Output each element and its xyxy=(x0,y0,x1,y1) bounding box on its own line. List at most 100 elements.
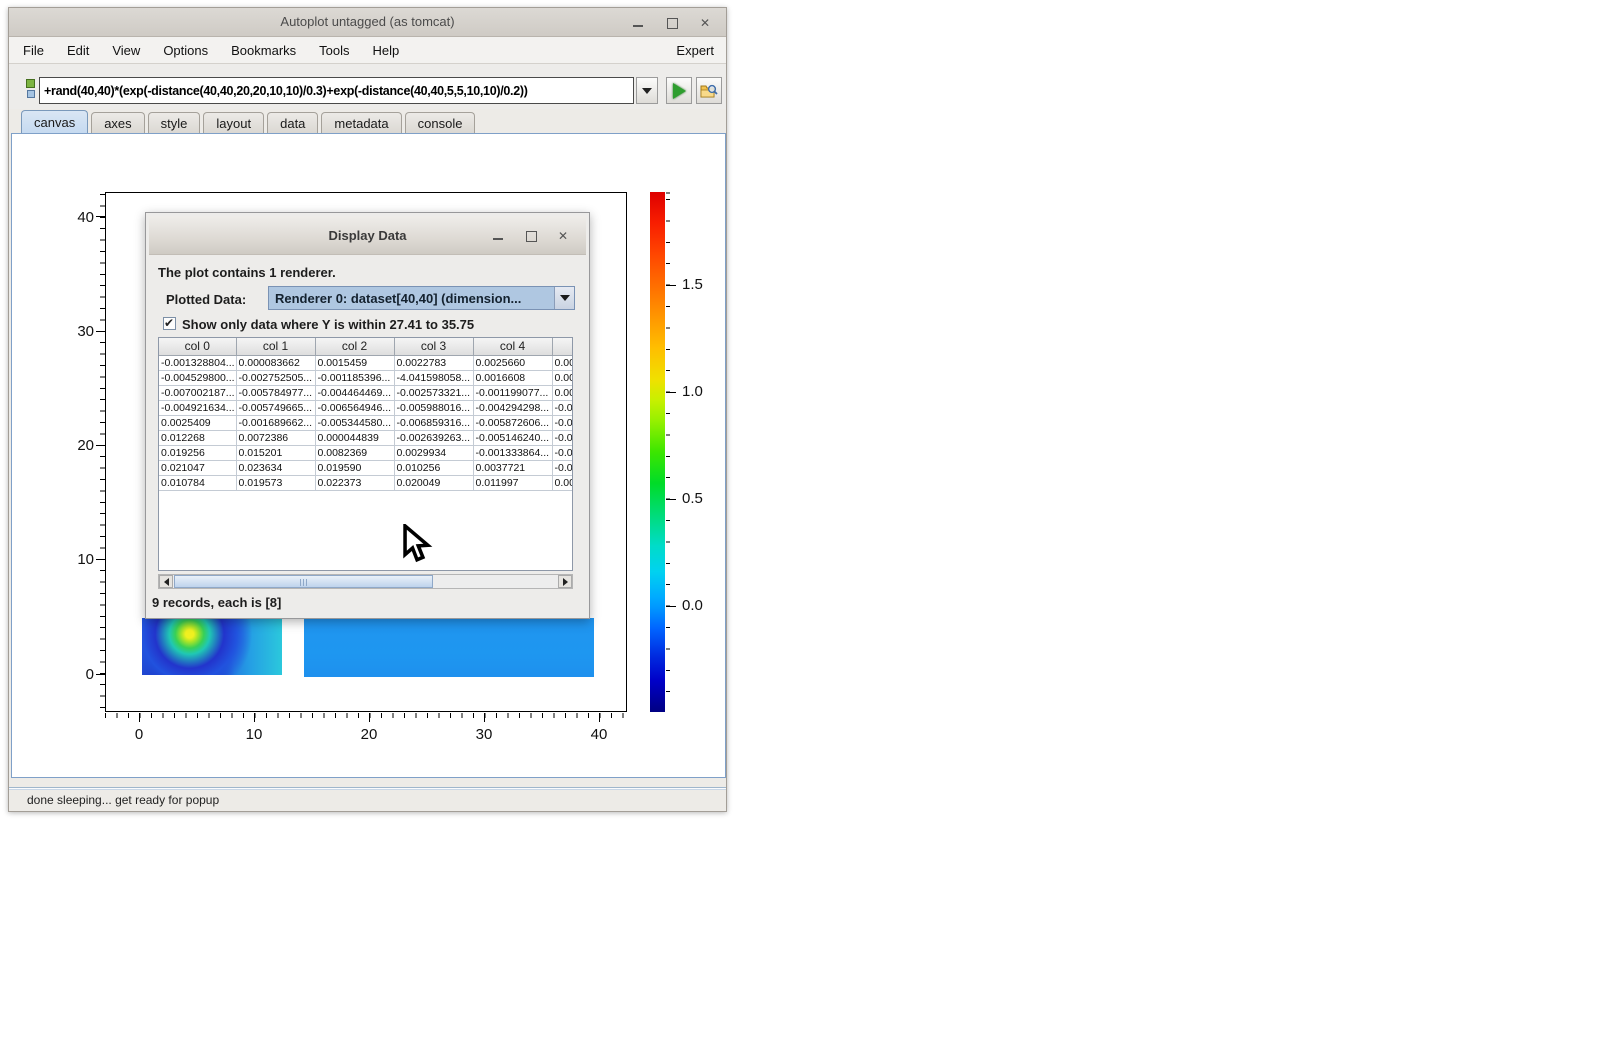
dialog-titlebar[interactable]: Display Data xyxy=(149,216,586,255)
table-cell[interactable]: 0.0025660 xyxy=(473,355,552,370)
table-cell[interactable]: 0.0016608 xyxy=(473,370,552,385)
table-cell[interactable]: 0.020049 xyxy=(394,475,473,490)
table-cell[interactable]: 0.0022783 xyxy=(394,355,473,370)
close-icon[interactable] xyxy=(700,17,712,29)
table-cell[interactable]: 0.00 xyxy=(552,355,573,370)
table-cell[interactable]: 0.00 xyxy=(552,385,573,400)
table-cell[interactable]: -0.0 xyxy=(552,400,573,415)
column-header[interactable]: col 3 xyxy=(394,338,473,355)
table-cell[interactable]: 0.0025409 xyxy=(159,415,236,430)
filter-checkbox[interactable] xyxy=(163,317,176,330)
table-cell[interactable]: 0.0072386 xyxy=(236,430,315,445)
table-cell[interactable]: -0.002573321... xyxy=(394,385,473,400)
table-cell[interactable]: 0.010256 xyxy=(394,460,473,475)
table-cell[interactable]: 0.022373 xyxy=(315,475,394,490)
column-header[interactable]: col 2 xyxy=(315,338,394,355)
data-table-viewport[interactable]: col 0 col 1 col 2 col 3 col 4 col 5 -0.0… xyxy=(158,337,573,571)
table-cell[interactable]: -0.005784977... xyxy=(236,385,315,400)
dialog-close-icon[interactable] xyxy=(558,230,570,242)
table-cell[interactable]: -0.0 xyxy=(552,415,573,430)
table-cell[interactable]: -0.001689662... xyxy=(236,415,315,430)
menu-file[interactable]: File xyxy=(23,43,44,58)
tab-style[interactable]: style xyxy=(148,112,201,133)
table-cell[interactable]: 0.0015459 xyxy=(315,355,394,370)
menu-tools[interactable]: Tools xyxy=(319,43,349,58)
table-cell[interactable]: -0.0 xyxy=(552,445,573,460)
table-cell[interactable]: 0.000044839 xyxy=(315,430,394,445)
table-cell[interactable]: 0.0029934 xyxy=(394,445,473,460)
table-cell[interactable]: 0.000083662 xyxy=(236,355,315,370)
scrollbar-thumb[interactable] xyxy=(174,575,433,588)
tab-axes[interactable]: axes xyxy=(91,112,144,133)
table-cell[interactable]: -0.007002187... xyxy=(159,385,236,400)
plotted-data-combobox[interactable]: Renderer 0: dataset[40,40] (dimension... xyxy=(268,286,575,310)
table-cell[interactable]: 0.010784 xyxy=(159,475,236,490)
uri-input[interactable] xyxy=(39,77,634,104)
tab-canvas[interactable]: canvas xyxy=(21,110,88,133)
table-cell[interactable]: -0.002639263... xyxy=(394,430,473,445)
table-cell[interactable]: -0.004464469... xyxy=(315,385,394,400)
plot-canvas[interactable]: 40 30 20 10 0 0 10 20 30 40 1.5 1.0 0.5 … xyxy=(11,133,726,778)
tab-console[interactable]: console xyxy=(405,112,476,133)
minimize-icon[interactable] xyxy=(632,17,644,29)
plot-go-button[interactable] xyxy=(666,77,692,104)
table-cell[interactable]: 0.0037721 xyxy=(473,460,552,475)
table-cell[interactable]: -0.005344580... xyxy=(315,415,394,430)
table-cell[interactable]: 0.00 xyxy=(552,475,573,490)
colorbar[interactable] xyxy=(650,192,665,712)
table-cell[interactable]: -0.005988016... xyxy=(394,400,473,415)
table-cell[interactable]: -0.005872606... xyxy=(473,415,552,430)
menu-view[interactable]: View xyxy=(112,43,140,58)
table-cell[interactable]: -0.002752505... xyxy=(236,370,315,385)
column-header[interactable]: col 4 xyxy=(473,338,552,355)
table-cell[interactable]: 0.011997 xyxy=(473,475,552,490)
table-cell[interactable]: -0.001328804... xyxy=(159,355,236,370)
tab-layout[interactable]: layout xyxy=(203,112,264,133)
table-cell[interactable]: -0.001199077... xyxy=(473,385,552,400)
inspect-uri-button[interactable] xyxy=(696,77,722,104)
table-cell[interactable]: -0.004921634... xyxy=(159,400,236,415)
table-cell[interactable]: 0.021047 xyxy=(159,460,236,475)
table-cell[interactable]: -0.005749665... xyxy=(236,400,315,415)
menu-edit[interactable]: Edit xyxy=(67,43,89,58)
column-header[interactable]: col 1 xyxy=(236,338,315,355)
dialog-minimize-icon[interactable] xyxy=(492,230,504,242)
y-tick-label: 10 xyxy=(56,551,94,567)
menu-help[interactable]: Help xyxy=(373,43,400,58)
table-cell[interactable]: 0.019573 xyxy=(236,475,315,490)
horizontal-scrollbar[interactable] xyxy=(158,574,573,589)
table-cell[interactable]: 0.023634 xyxy=(236,460,315,475)
table-cell[interactable]: -0.0 xyxy=(552,460,573,475)
table-cell[interactable]: -0.004529800... xyxy=(159,370,236,385)
table-cell[interactable]: 0.019256 xyxy=(159,445,236,460)
table-cell[interactable]: 0.015201 xyxy=(236,445,315,460)
scroll-left-button[interactable] xyxy=(159,575,173,588)
dialog-maximize-icon[interactable] xyxy=(525,230,537,242)
table-cell[interactable]: -0.001185396... xyxy=(315,370,394,385)
table-cell[interactable]: -0.004294298... xyxy=(473,400,552,415)
menu-options[interactable]: Options xyxy=(163,43,208,58)
maximize-icon[interactable] xyxy=(666,17,678,29)
table-cell[interactable]: 0.00 xyxy=(552,370,573,385)
plotted-data-label: Plotted Data: xyxy=(166,292,246,307)
uri-dropdown-button[interactable] xyxy=(636,77,658,104)
table-cell[interactable]: 0.0082369 xyxy=(315,445,394,460)
table-cell[interactable]: -4.041598058... xyxy=(394,370,473,385)
menu-bookmarks[interactable]: Bookmarks xyxy=(231,43,296,58)
tab-data[interactable]: data xyxy=(267,112,318,133)
table-cell[interactable]: 0.019590 xyxy=(315,460,394,475)
table-cell[interactable]: -0.006564946... xyxy=(315,400,394,415)
table-cell[interactable]: -0.0 xyxy=(552,430,573,445)
table-cell[interactable]: 0.012268 xyxy=(159,430,236,445)
x-axis-tick xyxy=(369,713,370,722)
table-cell[interactable]: -0.001333864... xyxy=(473,445,552,460)
table-cell[interactable]: -0.006859316... xyxy=(394,415,473,430)
table-cell[interactable]: -0.005146240... xyxy=(473,430,552,445)
combobox-arrow-button[interactable] xyxy=(554,287,574,309)
column-header[interactable]: col 5 xyxy=(552,338,573,355)
column-header[interactable]: col 0 xyxy=(159,338,236,355)
expert-menu[interactable]: Expert xyxy=(676,43,714,58)
scroll-right-button[interactable] xyxy=(558,575,572,588)
tab-metadata[interactable]: metadata xyxy=(321,112,401,133)
x-axis-minor-ticks xyxy=(105,713,627,718)
